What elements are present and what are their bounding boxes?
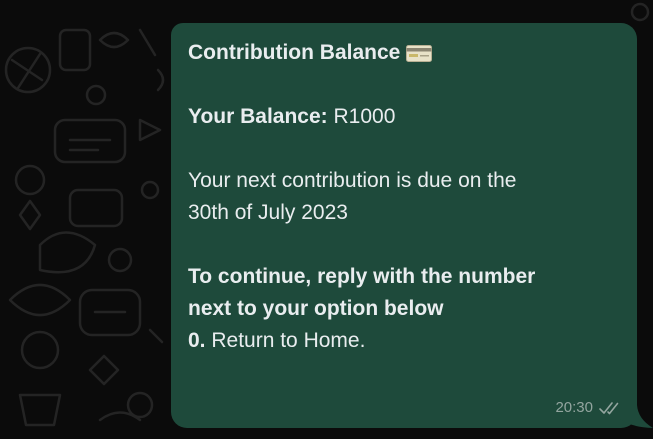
option-return-home: 0. Return to Home. bbox=[188, 325, 617, 357]
credit-card-icon bbox=[406, 44, 433, 62]
due-date-line-2: 30th of July 2023 bbox=[188, 201, 348, 224]
balance-line: Your Balance: R1000 bbox=[188, 101, 617, 133]
prompt-line-2: next to your option below bbox=[188, 297, 444, 320]
balance-value: R1000 bbox=[333, 105, 396, 128]
option-number: 0. bbox=[188, 329, 206, 352]
message-bubble: Contribution Balance Your Balance: R1000… bbox=[171, 23, 637, 428]
message-meta: 20:30 bbox=[555, 399, 621, 416]
option-label: Return to Home. bbox=[211, 329, 366, 352]
double-check-icon bbox=[599, 401, 619, 414]
prompt-line-1: To continue, reply with the number bbox=[188, 265, 536, 288]
message-time: 20:30 bbox=[555, 399, 593, 416]
due-date-line-1: Your next contribution is due on the bbox=[188, 169, 517, 192]
message-title-row: Contribution Balance bbox=[188, 37, 617, 69]
balance-label: Your Balance: bbox=[188, 105, 328, 128]
message-title: Contribution Balance bbox=[188, 41, 401, 64]
